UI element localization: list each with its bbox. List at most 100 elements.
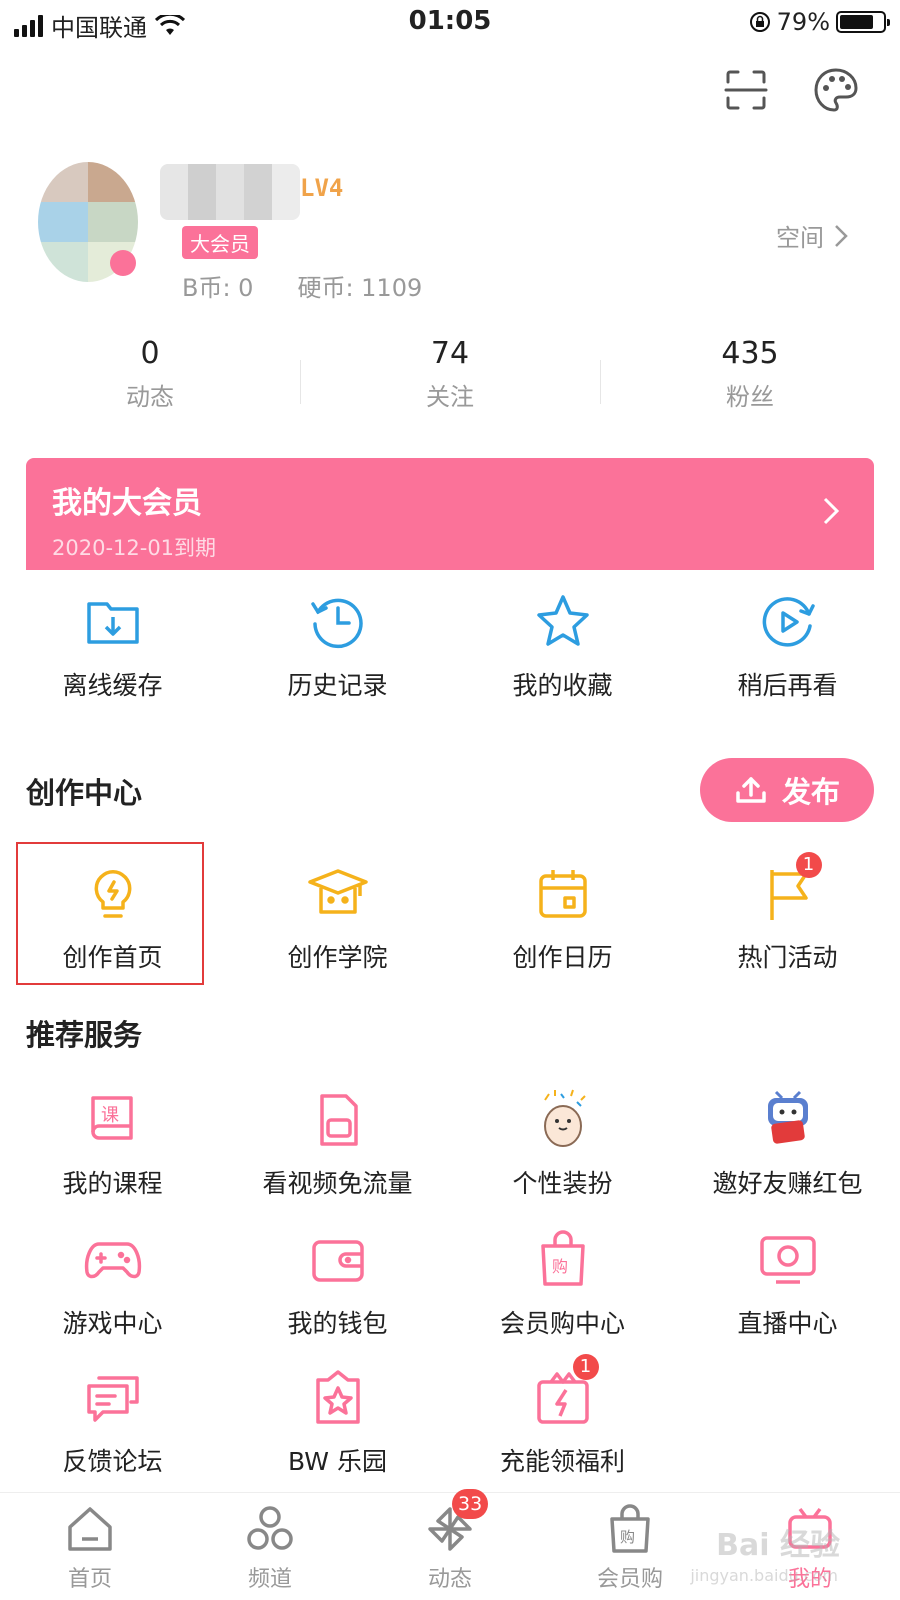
highlight-box xyxy=(16,842,204,985)
bcoin-count: B币: 0 xyxy=(182,274,254,302)
creation-academy[interactable]: 创作学院 xyxy=(225,862,450,974)
stat-label: 粉丝 xyxy=(726,383,774,411)
status-bar: 中国联通 01:05 79% xyxy=(0,0,900,46)
course-book-icon: 课 xyxy=(81,1088,145,1152)
stat-number: 74 xyxy=(430,336,470,371)
vip-expiry: 2020-12-01到期 xyxy=(52,536,217,560)
vip-banner[interactable]: 我的大会员 2020-12-01到期 xyxy=(26,458,874,570)
stat-followers[interactable]: 435 粉丝 xyxy=(600,336,900,412)
battery-percent: 79% xyxy=(776,8,830,36)
quick-history[interactable]: 历史记录 xyxy=(225,590,450,702)
service-free-data[interactable]: 看视频免流量 xyxy=(225,1088,450,1200)
avatar-vip-mark xyxy=(110,250,136,276)
shopping-bag-icon: 购 xyxy=(604,1503,656,1555)
service-empty-slot xyxy=(675,1366,900,1478)
wallet-icon xyxy=(306,1228,370,1292)
publish-button[interactable]: 发布 xyxy=(700,758,874,822)
quick-label: 离线缓存 xyxy=(62,671,163,700)
space-label: 空间 xyxy=(776,224,824,252)
watermark-url: jingyan.baidu.com xyxy=(690,1566,838,1585)
service-personal-dress[interactable]: 个性装扮 xyxy=(450,1088,675,1200)
badge-star-icon xyxy=(306,1366,370,1430)
service-charge-rewards[interactable]: 1 充能领福利 xyxy=(450,1354,675,1478)
tab-label: 动态 xyxy=(427,1567,472,1592)
creation-calendar[interactable]: 创作日历 xyxy=(450,862,675,974)
home-icon xyxy=(64,1503,116,1555)
notification-badge: 1 xyxy=(795,852,822,878)
orientation-lock-icon xyxy=(749,12,770,32)
divider xyxy=(300,360,301,404)
services-title: 推荐服务 xyxy=(26,1018,143,1052)
status-right: 79% xyxy=(749,8,890,36)
chevron-right-icon xyxy=(835,224,848,247)
space-link[interactable]: 空间 xyxy=(776,218,848,253)
creation-center-title: 创作中心 xyxy=(26,776,143,810)
graduation-cap-icon xyxy=(306,862,370,926)
service-invite-friends[interactable]: 邀好友赚红包 xyxy=(675,1088,900,1200)
chat-bubbles-icon xyxy=(81,1366,145,1430)
service-live-center[interactable]: 直播中心 xyxy=(675,1228,900,1340)
service-label: 直播中心 xyxy=(737,1309,838,1338)
gift-bolt-icon: 1 xyxy=(531,1354,599,1430)
service-label: 我的钱包 xyxy=(287,1309,388,1338)
upload-icon xyxy=(736,777,766,803)
download-folder-icon xyxy=(81,590,145,654)
quick-access-grid: 离线缓存 历史记录 我的收藏 稍后再看 xyxy=(0,590,900,702)
notification-badge: 1 xyxy=(572,1354,599,1380)
watch-later-icon xyxy=(756,590,820,654)
username-blurred xyxy=(160,164,300,220)
vip-badge: 大会员 xyxy=(182,226,258,259)
services-row-3: 反馈论坛 BW 乐园 1 充能领福利 xyxy=(0,1354,900,1478)
tab-home[interactable]: 首页 xyxy=(0,1493,180,1600)
services-row-2: 游戏中心 我的钱包 购 会员购中心 直播中心 xyxy=(0,1228,900,1340)
pinwheel-icon: 33 xyxy=(424,1489,489,1555)
tv-mascot-icon xyxy=(756,1088,820,1152)
profile-section: LV4 大会员 B币: 0 硬币: 1109 空间 xyxy=(0,150,900,310)
shopping-bag-icon: 购 xyxy=(531,1228,595,1292)
theme-palette-icon[interactable] xyxy=(812,66,860,114)
live-tv-icon xyxy=(756,1228,820,1292)
scan-icon[interactable] xyxy=(722,66,770,114)
creation-label: 创作日历 xyxy=(512,943,613,972)
channel-icon xyxy=(244,1503,296,1555)
calendar-icon xyxy=(531,862,595,926)
flag-icon: 1 xyxy=(756,852,822,926)
notification-badge: 33 xyxy=(452,1489,489,1519)
service-vip-shop[interactable]: 购 会员购中心 xyxy=(450,1228,675,1340)
svg-text:购: 购 xyxy=(552,1257,568,1276)
stat-following[interactable]: 74 关注 xyxy=(300,336,600,412)
creation-label: 创作学院 xyxy=(287,943,388,972)
star-icon xyxy=(531,590,595,654)
tab-dynamics[interactable]: 33 动态 xyxy=(360,1489,540,1600)
service-label: 反馈论坛 xyxy=(62,1447,163,1476)
service-bw-park[interactable]: BW 乐园 xyxy=(225,1366,450,1478)
service-label: 个性装扮 xyxy=(512,1169,613,1198)
svg-text:课: 课 xyxy=(101,1105,119,1126)
service-label: 我的课程 xyxy=(62,1169,163,1198)
services-row-1: 课 我的课程 看视频免流量 个性装扮 邀好友赚红包 xyxy=(0,1088,900,1200)
quick-offline-cache[interactable]: 离线缓存 xyxy=(0,590,225,702)
service-feedback-forum[interactable]: 反馈论坛 xyxy=(0,1366,225,1478)
stat-number: 435 xyxy=(721,336,779,371)
service-label: BW 乐园 xyxy=(288,1447,387,1476)
service-my-courses[interactable]: 课 我的课程 xyxy=(0,1088,225,1200)
svg-text:购: 购 xyxy=(620,1528,635,1546)
service-wallet[interactable]: 我的钱包 xyxy=(225,1228,450,1340)
chevron-right-icon xyxy=(823,497,840,525)
service-game-center[interactable]: 游戏中心 xyxy=(0,1228,225,1340)
service-label: 看视频免流量 xyxy=(262,1169,413,1198)
creation-label: 热门活动 xyxy=(737,943,838,972)
quick-favorites[interactable]: 我的收藏 xyxy=(450,590,675,702)
creation-hot-events[interactable]: 1 热门活动 xyxy=(675,852,900,974)
mascot-icon xyxy=(531,1088,595,1152)
divider xyxy=(600,360,601,404)
quick-watch-later[interactable]: 稍后再看 xyxy=(675,590,900,702)
tab-channel[interactable]: 频道 xyxy=(180,1493,360,1600)
service-label: 邀好友赚红包 xyxy=(712,1169,863,1198)
stat-dynamics[interactable]: 0 动态 xyxy=(0,336,300,412)
gamepad-icon xyxy=(81,1228,145,1292)
vip-banner-title: 我的大会员 xyxy=(52,486,202,521)
service-label: 游戏中心 xyxy=(62,1309,163,1338)
stat-number: 0 xyxy=(140,336,160,371)
stats-row: 0 动态 74 关注 435 粉丝 xyxy=(0,336,900,412)
